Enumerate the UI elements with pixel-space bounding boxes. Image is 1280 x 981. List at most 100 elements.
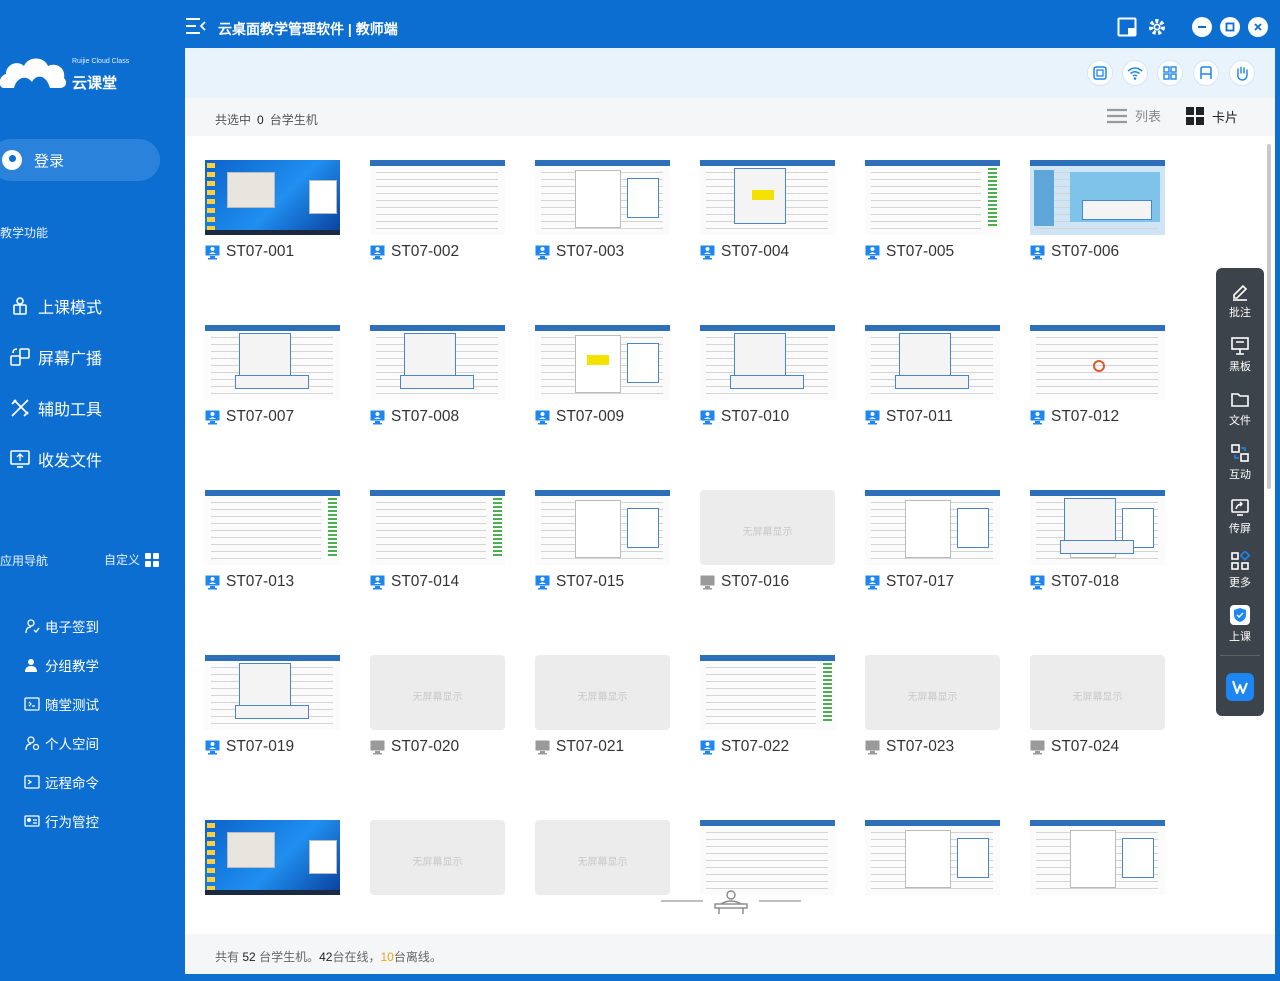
terminal-icon (24, 774, 40, 790)
student-card[interactable]: ST07-009 (535, 325, 670, 426)
student-card[interactable]: ST07-011 (865, 325, 1000, 426)
student-card[interactable]: ST07-010 (700, 325, 835, 426)
layout-grid-icon[interactable] (1157, 60, 1183, 86)
nav-label: 收发文件 (38, 452, 103, 470)
student-name: ST07-007 (226, 408, 295, 425)
total-suffix: 台学生机。 (259, 950, 320, 964)
online-monitor-icon (205, 245, 220, 260)
personal-space-icon (24, 735, 40, 751)
online-monitor-icon (865, 410, 880, 425)
no-screen-text: 无屏幕显示 (412, 692, 463, 703)
student-card[interactable]: ST07-004 (700, 160, 835, 261)
student-card[interactable] (1030, 820, 1165, 895)
more-icon (1229, 550, 1251, 572)
student-card[interactable]: 无屏幕显示 ST07-024 (1030, 655, 1165, 756)
offline-monitor-icon (865, 740, 880, 755)
student-label: ST07-015 (535, 573, 670, 591)
app-brand-icon[interactable] (1226, 673, 1254, 701)
menu-toggle-icon[interactable] (185, 17, 207, 40)
student-card[interactable]: 无屏幕显示 ST07-020 (370, 655, 505, 756)
minimize-button[interactable] (1192, 17, 1212, 37)
student-card[interactable]: ST07-008 (370, 325, 505, 426)
student-label: ST07-004 (700, 243, 835, 261)
float-screen-share-button[interactable]: 传屏 (1216, 496, 1264, 546)
student-card[interactable]: ST07-015 (535, 490, 670, 591)
wifi-icon[interactable] (1122, 60, 1148, 86)
float-label: 黑板 (1229, 361, 1251, 373)
app-item-label: 随堂测试 (45, 697, 99, 713)
app-item-sign-in[interactable]: 电子签到 (24, 606, 99, 645)
app-item-label: 行为管控 (45, 814, 99, 830)
student-label: ST07-019 (205, 738, 340, 756)
student-label: ST07-011 (865, 408, 1000, 426)
float-blackboard-button[interactable]: 黑板 (1216, 334, 1264, 384)
student-card[interactable]: ST07-019 (205, 655, 340, 756)
seat-icon[interactable] (1193, 60, 1219, 86)
student-label: ST07-012 (1030, 408, 1165, 426)
app-item-label: 电子签到 (45, 619, 99, 635)
card-view-button[interactable]: 卡片 (1185, 106, 1238, 126)
student-card[interactable]: ST07-007 (205, 325, 340, 426)
float-class-start-button[interactable]: 上课 (1216, 604, 1264, 654)
nav-item-assist-tools[interactable]: 辅助工具 (8, 382, 102, 433)
teacher-desk-icon (661, 886, 801, 916)
app-item-remote-command[interactable]: 远程命令 (24, 762, 99, 801)
float-file-button[interactable]: 文件 (1216, 388, 1264, 438)
student-card[interactable]: ST07-012 (1030, 325, 1165, 426)
screen-mode-icon[interactable] (1116, 16, 1138, 38)
student-card[interactable] (205, 820, 340, 895)
student-card[interactable]: 无屏幕显示 (535, 820, 670, 895)
app-item-quiz[interactable]: 随堂测试 (24, 684, 99, 723)
online-monitor-icon (1030, 575, 1045, 590)
float-more-button[interactable]: 更多 (1216, 550, 1264, 600)
screen-thumbnail (535, 160, 670, 235)
student-card[interactable]: ST07-001 (205, 160, 340, 261)
student-card[interactable] (865, 820, 1000, 895)
student-card[interactable]: ST07-014 (370, 490, 505, 591)
nav-item-file-transfer[interactable]: 收发文件 (8, 433, 102, 484)
student-card[interactable]: ST07-022 (700, 655, 835, 756)
student-card[interactable] (700, 820, 835, 895)
list-view-button[interactable]: 列表 (1106, 106, 1161, 125)
online-monitor-icon (535, 575, 550, 590)
brand-logo: Ruijie Cloud Class 云课堂 (0, 50, 130, 98)
student-card[interactable]: ST07-013 (205, 490, 340, 591)
student-card[interactable]: ST07-002 (370, 160, 505, 261)
online-monitor-icon (700, 245, 715, 260)
login-button[interactable]: 登录 (0, 139, 160, 181)
student-card[interactable]: ST07-005 (865, 160, 1000, 261)
float-interact-button[interactable]: 互动 (1216, 442, 1264, 492)
student-card[interactable]: 无屏幕显示 ST07-021 (535, 655, 670, 756)
student-card[interactable]: ST07-006 (1030, 160, 1165, 261)
float-annotate-button[interactable]: 批注 (1216, 280, 1264, 330)
hand-raise-icon[interactable] (1229, 60, 1255, 86)
student-card[interactable]: 无屏幕显示 ST07-016 (700, 490, 835, 591)
student-label: ST07-023 (865, 738, 1000, 756)
online-monitor-icon (205, 740, 220, 755)
title-bar: 云桌面教学管理软件 | 教师端 (185, 0, 1280, 48)
student-name: ST07-002 (391, 243, 460, 260)
online-monitor-icon (535, 410, 550, 425)
main-panel: 共选中 0 台学生机 列表 卡片 ST07-001 ST07-002 ST07-003 S… (185, 48, 1275, 974)
close-button[interactable] (1248, 17, 1268, 37)
nav-label: 屏幕广播 (38, 350, 103, 368)
student-card[interactable]: ST07-017 (865, 490, 1000, 591)
screen-thumbnail (700, 325, 835, 400)
student-card[interactable]: 无屏幕显示 ST07-023 (865, 655, 1000, 756)
app-item-personal-space[interactable]: 个人空间 (24, 723, 99, 762)
app-item-label: 远程命令 (45, 775, 99, 791)
app-item-group-teaching[interactable]: 分组教学 (24, 645, 99, 684)
nav-item-screen-broadcast[interactable]: 屏幕广播 (8, 331, 102, 382)
student-name: ST07-011 (886, 408, 953, 425)
scrollbar[interactable] (1267, 144, 1271, 489)
app-item-behavior-control[interactable]: 行为管控 (24, 801, 99, 840)
gear-icon[interactable] (1146, 16, 1168, 38)
nav-item-class-mode[interactable]: 上课模式 (8, 280, 102, 331)
student-card[interactable]: 无屏幕显示 (370, 820, 505, 895)
customize-button[interactable]: 自定义 (104, 551, 160, 568)
student-card[interactable]: ST07-018 (1030, 490, 1165, 591)
snapshot-icon[interactable] (1087, 60, 1113, 86)
maximize-button[interactable] (1220, 17, 1240, 37)
offline-monitor-icon (700, 575, 715, 590)
student-card[interactable]: ST07-003 (535, 160, 670, 261)
